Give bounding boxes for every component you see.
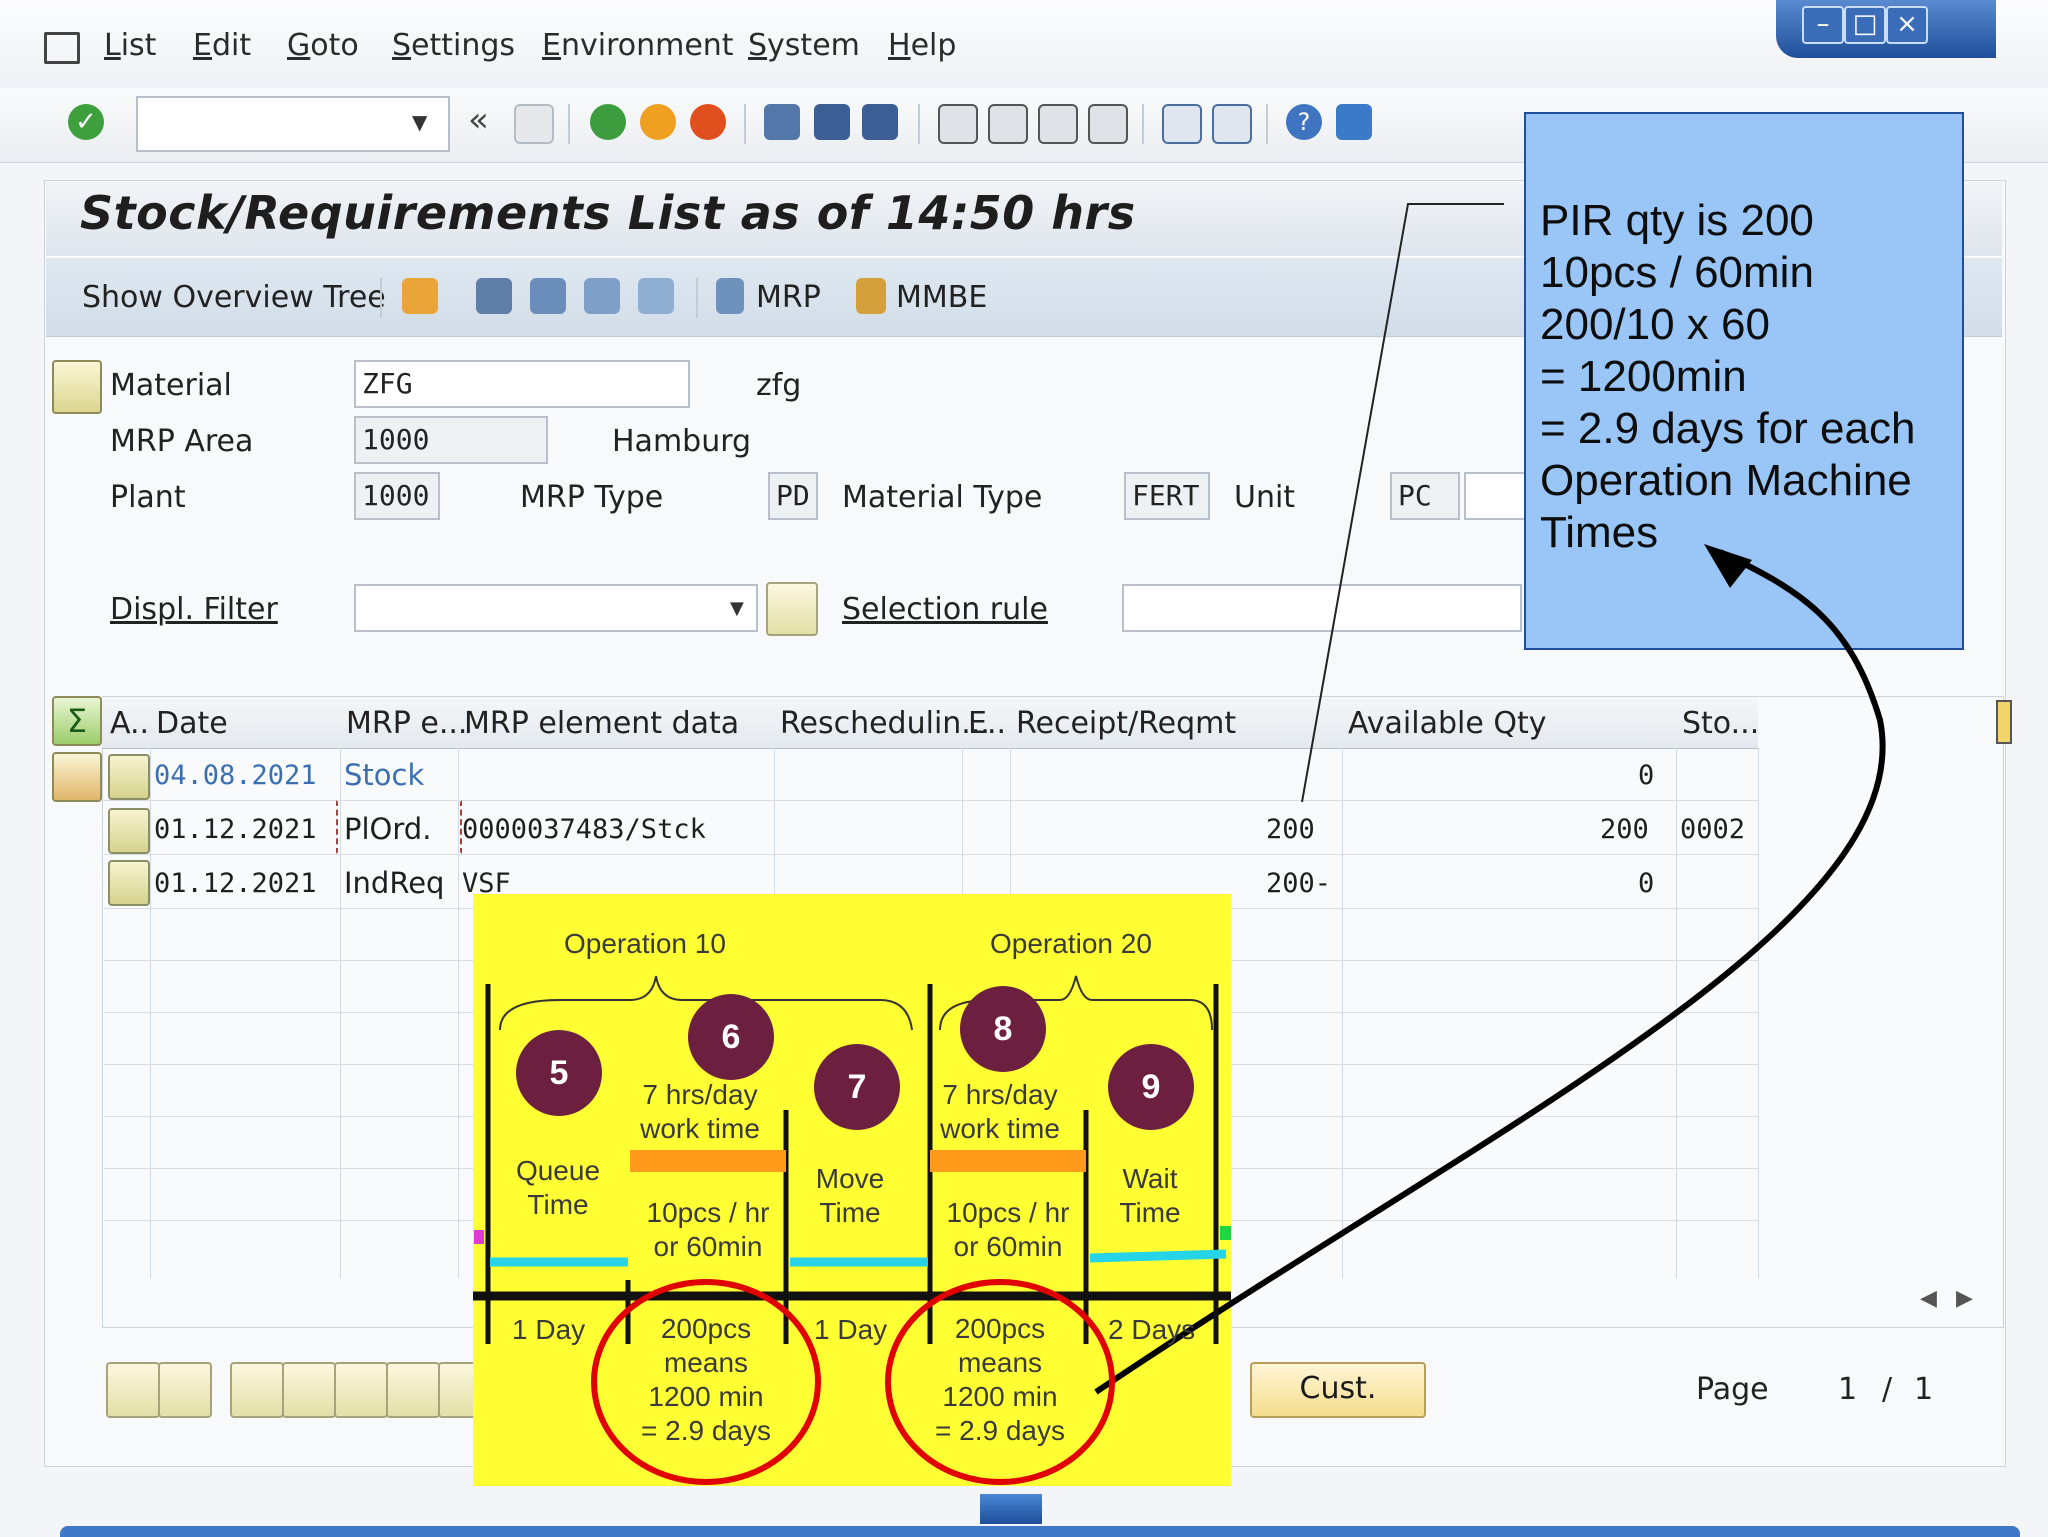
move-time-label: Move Time (815, 1163, 885, 1228)
work-time-label: 7 hrs/day work time (640, 1079, 760, 1144)
rate-label: 10pcs / hr or 60min (946, 1197, 1070, 1262)
step-circle: 9 (1108, 1044, 1194, 1130)
wait-time-label: Wait Time (1119, 1163, 1181, 1228)
work-time-label: 7 hrs/day work time (940, 1079, 1060, 1144)
operation-10-label: Operation 10 (564, 928, 726, 959)
rate-label: 10pcs / hr or 60min (646, 1197, 770, 1262)
step-circle: 5 (516, 1030, 602, 1116)
duration-label: 1 Day (512, 1314, 586, 1345)
step-circle: 8 (960, 986, 1046, 1072)
calculation-label: 200pcs means 1200 min = 2.9 days (641, 1313, 771, 1446)
duration-label: 1 Day (814, 1314, 888, 1345)
duration-label: 2 Days (1108, 1314, 1196, 1345)
diagram-lines (473, 203, 1886, 1485)
queue-time-label: Queue Time (515, 1155, 601, 1220)
operation-20-label: Operation 20 (990, 928, 1152, 959)
calculation-label: 200pcs means 1200 min = 2.9 days (935, 1313, 1065, 1446)
step-circle: 6 (688, 994, 774, 1080)
step-circle: 7 (814, 1044, 900, 1130)
